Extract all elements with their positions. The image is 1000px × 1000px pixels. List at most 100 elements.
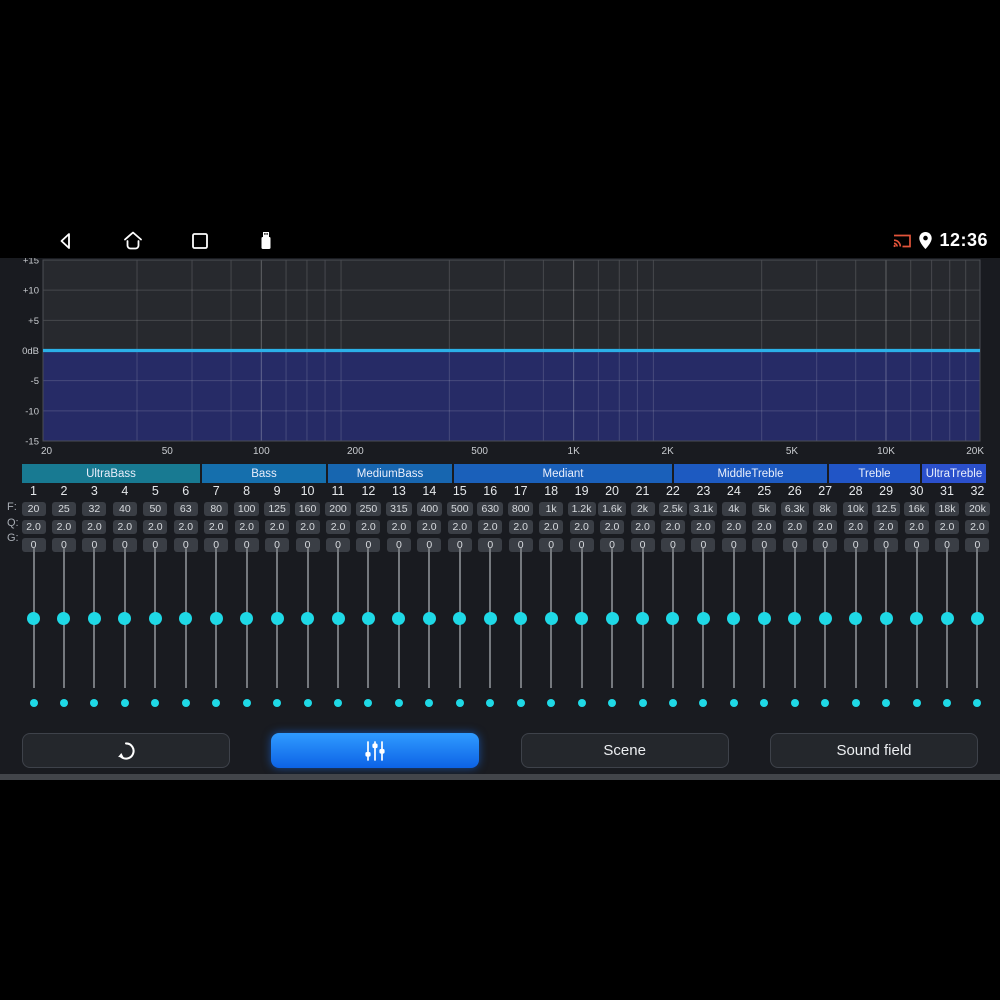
freq-value[interactable]: 20 [21, 502, 46, 516]
q-value[interactable]: 2.0 [112, 520, 137, 534]
q-value[interactable]: 2.0 [965, 520, 990, 534]
q-value[interactable]: 2.0 [569, 520, 594, 534]
gain-slider-knob[interactable] [392, 611, 406, 625]
freq-value[interactable]: 2.5k [659, 502, 687, 516]
freq-value[interactable]: 315 [386, 502, 412, 516]
band-segment-treble[interactable]: Treble [829, 464, 920, 483]
band-segment-bass[interactable]: Bass [202, 464, 326, 483]
q-value[interactable]: 2.0 [326, 520, 350, 534]
gain-slider-knob[interactable] [879, 611, 893, 625]
gain-slider-knob[interactable] [483, 611, 497, 625]
gain-slider-knob[interactable] [361, 611, 375, 625]
freq-value[interactable]: 12.5 [871, 502, 901, 516]
band-segment-middletreble[interactable]: MiddleTreble [674, 464, 827, 483]
freq-value[interactable]: 10k [843, 502, 869, 516]
q-value[interactable]: 2.0 [21, 520, 46, 534]
freq-value[interactable]: 100 [233, 502, 260, 516]
q-value[interactable]: 2.0 [508, 520, 533, 534]
freq-value[interactable]: 500 [447, 502, 473, 516]
gain-slider-knob[interactable] [575, 611, 589, 625]
freq-value[interactable]: 80 [204, 502, 229, 516]
q-value[interactable]: 2.0 [143, 520, 168, 534]
gain-slider-knob[interactable] [270, 611, 284, 625]
freq-value[interactable]: 18k [934, 502, 960, 516]
freq-value[interactable]: 630 [477, 502, 504, 516]
freq-value[interactable]: 400 [416, 502, 443, 516]
q-value[interactable]: 2.0 [874, 520, 899, 534]
gain-slider-knob[interactable] [453, 611, 467, 625]
q-value[interactable]: 2.0 [782, 520, 807, 534]
gain-slider-knob[interactable] [422, 611, 436, 625]
freq-value[interactable]: 1.2k [567, 502, 596, 516]
q-value[interactable]: 2.0 [904, 520, 929, 534]
band-segment-mediant[interactable]: Mediant [454, 464, 672, 483]
freq-value[interactable]: 5k [752, 502, 777, 516]
q-value[interactable]: 2.0 [691, 520, 716, 534]
freq-value[interactable]: 8k [813, 502, 838, 516]
q-value[interactable]: 2.0 [265, 520, 290, 534]
band-segment-ultratreble[interactable]: UltraTreble [922, 464, 986, 483]
gain-slider-knob[interactable] [849, 611, 863, 625]
gain-slider-knob[interactable] [818, 611, 832, 625]
q-value[interactable]: 2.0 [82, 520, 107, 534]
q-value[interactable]: 2.0 [935, 520, 959, 534]
gain-slider-knob[interactable] [209, 611, 223, 625]
freq-value[interactable]: 3.1k [689, 502, 718, 516]
gain-slider-knob[interactable] [544, 611, 558, 625]
freq-value[interactable]: 16k [904, 502, 930, 516]
sound-field-button[interactable]: Sound field [769, 733, 978, 768]
freq-value[interactable]: 1k [539, 502, 564, 516]
q-value[interactable]: 2.0 [843, 520, 868, 534]
q-value[interactable]: 2.0 [51, 520, 76, 534]
q-value[interactable]: 2.0 [478, 520, 503, 534]
freq-value[interactable]: 50 [143, 502, 168, 516]
home-button[interactable] [121, 229, 145, 253]
q-value[interactable]: 2.0 [600, 520, 625, 534]
gain-slider-knob[interactable] [87, 611, 101, 625]
freq-value[interactable]: 6.3k [780, 502, 809, 516]
gain-slider-knob[interactable] [666, 611, 680, 625]
freq-value[interactable]: 32 [82, 502, 107, 516]
freq-value[interactable]: 250 [355, 502, 382, 516]
band-segment-mediumbass[interactable]: MediumBass [328, 464, 452, 483]
gain-slider-knob[interactable] [514, 611, 528, 625]
gain-slider-knob[interactable] [118, 611, 132, 625]
gain-slider-knob[interactable] [57, 611, 71, 625]
q-value[interactable]: 2.0 [539, 520, 564, 534]
gain-slider-knob[interactable] [940, 611, 954, 625]
q-value[interactable]: 2.0 [417, 520, 442, 534]
recents-button[interactable] [188, 229, 212, 253]
gain-slider-knob[interactable] [331, 611, 345, 625]
q-value[interactable]: 2.0 [234, 520, 259, 534]
freq-value[interactable]: 1.6k [598, 502, 626, 516]
freq-value[interactable]: 160 [294, 502, 321, 516]
gain-slider-knob[interactable] [910, 611, 924, 625]
q-value[interactable]: 2.0 [752, 520, 777, 534]
back-button[interactable] [54, 229, 78, 253]
q-value[interactable]: 2.0 [721, 520, 746, 534]
freq-value[interactable]: 800 [507, 502, 534, 516]
equalizer-button[interactable] [271, 733, 480, 768]
gain-slider-knob[interactable] [605, 611, 619, 625]
freq-value[interactable]: 25 [51, 502, 76, 516]
gain-slider-knob[interactable] [727, 611, 741, 625]
q-value[interactable]: 2.0 [660, 520, 685, 534]
gain-slider-knob[interactable] [636, 611, 649, 625]
q-value[interactable]: 2.0 [630, 520, 655, 534]
freq-value[interactable]: 125 [264, 502, 290, 516]
q-value[interactable]: 2.0 [356, 520, 381, 534]
gain-slider-knob[interactable] [757, 611, 771, 625]
q-value[interactable]: 2.0 [295, 520, 320, 534]
gain-slider-knob[interactable] [240, 611, 254, 625]
q-value[interactable]: 2.0 [386, 520, 411, 534]
freq-value[interactable]: 63 [173, 502, 198, 516]
freq-value[interactable]: 40 [112, 502, 137, 516]
gain-slider-knob[interactable] [788, 611, 802, 625]
usb-button[interactable] [254, 229, 278, 253]
q-value[interactable]: 2.0 [813, 520, 838, 534]
gain-slider-knob[interactable] [27, 611, 40, 625]
q-value[interactable]: 2.0 [204, 520, 229, 534]
gain-slider-knob[interactable] [696, 611, 710, 625]
scene-button[interactable]: Scene [520, 733, 729, 768]
freq-value[interactable]: 4k [721, 502, 746, 516]
